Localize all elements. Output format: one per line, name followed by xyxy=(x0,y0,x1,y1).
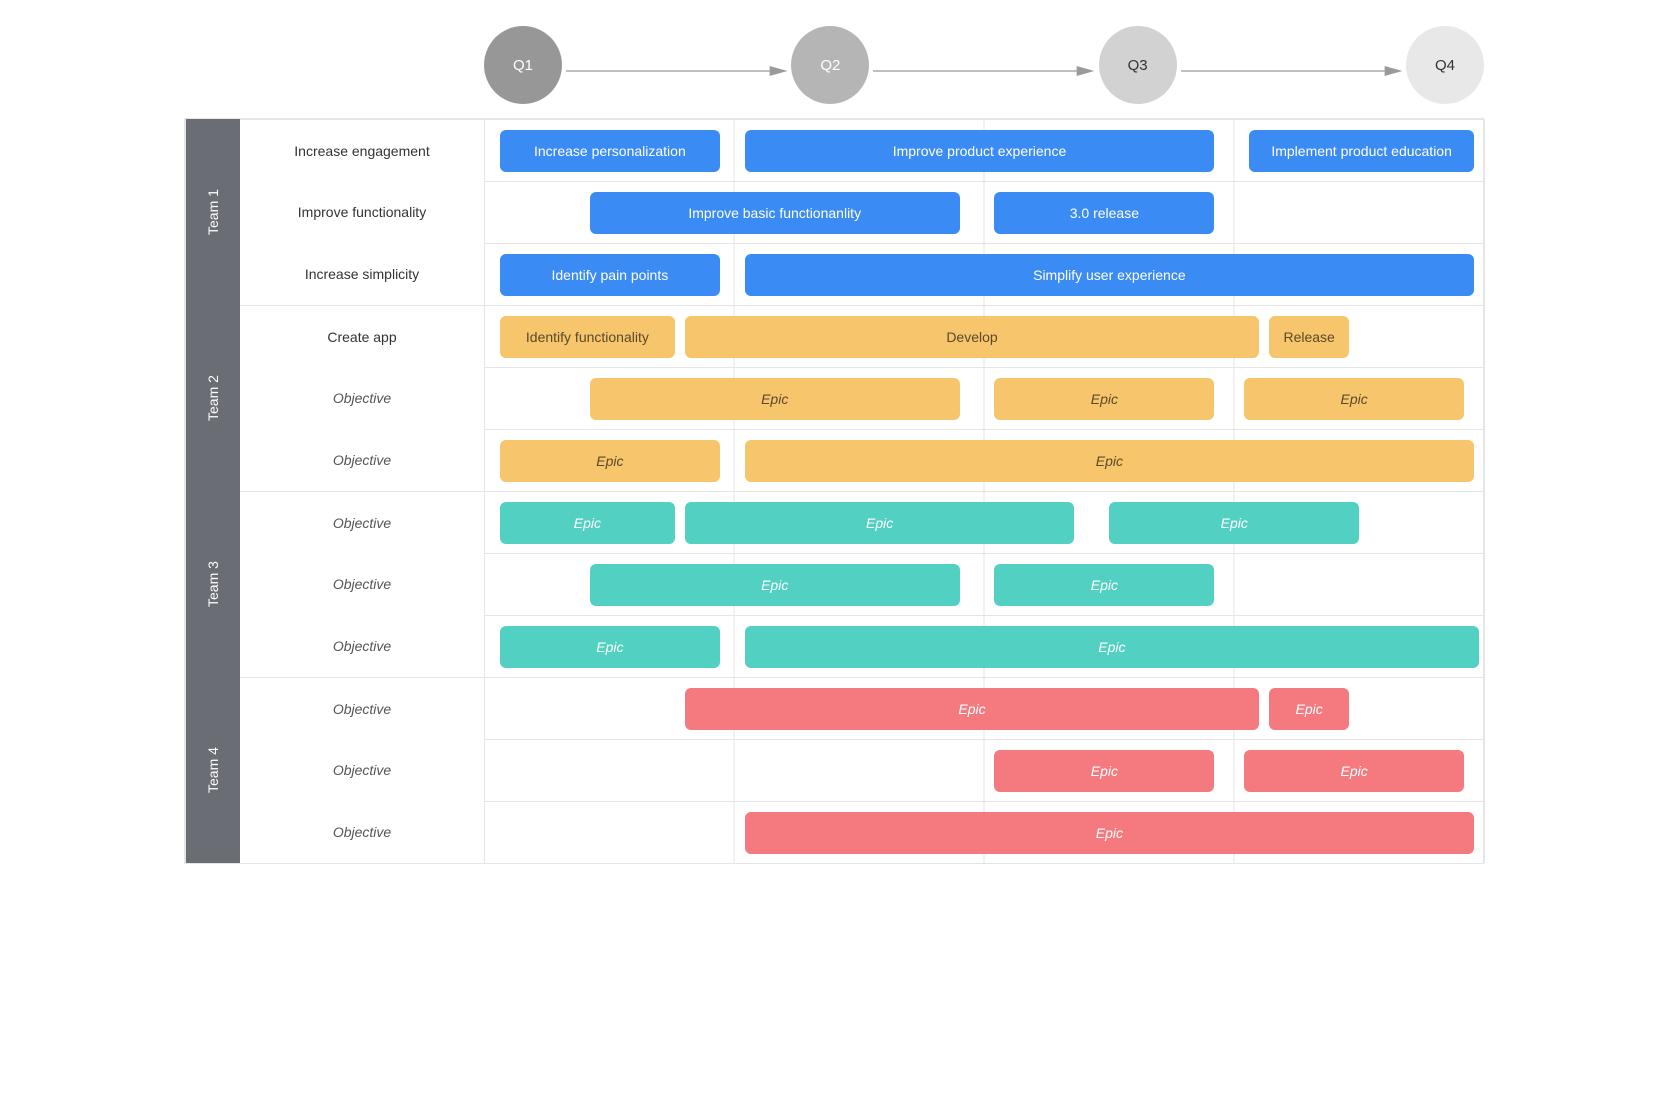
epic-bar[interactable]: Epic xyxy=(590,564,960,606)
objective-cell: Create app xyxy=(240,305,485,367)
epic-bar[interactable]: Epic xyxy=(994,750,1214,792)
team-label: Team 1 xyxy=(185,119,240,305)
arrow-icon xyxy=(1181,64,1402,66)
timeline-row: Improve basic functionanlity 3.0 release xyxy=(485,181,1485,243)
epic-bar[interactable]: Improve product experience xyxy=(745,130,1215,172)
objective-cell: Increase engagement xyxy=(240,119,485,181)
timeline-row: EpicEpic xyxy=(485,677,1485,739)
timeline-row: Epic Epic xyxy=(485,553,1485,615)
arrow-icon xyxy=(873,64,1094,66)
epic-bar[interactable]: Develop xyxy=(685,316,1259,358)
epic-bar[interactable]: Epic xyxy=(745,812,1474,854)
timeline-row: Increase personalization Improve product … xyxy=(485,119,1485,181)
epic-bar[interactable]: Epic xyxy=(994,564,1214,606)
epic-bar[interactable]: Epic xyxy=(500,440,720,482)
epic-bar[interactable]: Epic xyxy=(500,502,675,544)
quarter-q1: Q1 xyxy=(484,26,562,104)
objective-cell: Objective xyxy=(240,677,485,739)
epic-bar[interactable]: Epic xyxy=(685,688,1259,730)
objective-cell: Objective xyxy=(240,801,485,863)
epic-bar[interactable]: Epic xyxy=(994,378,1214,420)
timeline-row: Epic Epic xyxy=(485,429,1485,491)
objective-cell: Objective xyxy=(240,367,485,429)
team-label: Team 4 xyxy=(185,677,240,863)
epic-bar[interactable]: Improve basic functionanlity xyxy=(590,192,960,234)
epic-bar[interactable]: 3.0 release xyxy=(994,192,1214,234)
timeline-row: Identify pain points Simplify user experi… xyxy=(485,243,1485,305)
quarters-header: Q1 Q2 Q3 Q4 xyxy=(484,20,1484,110)
quarter-q2: Q2 xyxy=(791,26,869,104)
epic-bar[interactable]: Epic xyxy=(590,378,960,420)
epic-bar[interactable]: Identify pain points xyxy=(500,254,720,296)
epic-bar[interactable]: Epic xyxy=(1244,750,1464,792)
epic-bar[interactable]: Implement product education xyxy=(1249,130,1474,172)
roadmap: Q1 Q2 Q3 Q4 Team 1Increase engagementInc… xyxy=(184,20,1484,864)
epic-bar[interactable]: Epic xyxy=(745,626,1479,668)
objective-cell: Objective xyxy=(240,553,485,615)
epic-bar[interactable]: Epic xyxy=(745,440,1474,482)
epic-bar[interactable]: Release xyxy=(1269,316,1349,358)
timeline-row: Epic Epic Epic xyxy=(485,367,1485,429)
epic-bar[interactable]: Epic xyxy=(500,626,720,668)
epic-bar[interactable]: Epic xyxy=(1269,688,1349,730)
timeline-row: EpicEpicEpic xyxy=(485,491,1485,553)
epic-bar[interactable]: Simplify user experience xyxy=(745,254,1474,296)
epic-bar[interactable]: Epic xyxy=(1109,502,1359,544)
epic-bar[interactable]: Epic xyxy=(1244,378,1464,420)
objective-cell: Improve functionality xyxy=(240,181,485,243)
team-label: Team 2 xyxy=(185,305,240,491)
quarter-q3: Q3 xyxy=(1099,26,1177,104)
arrow-icon xyxy=(566,64,787,66)
objective-cell: Objective xyxy=(240,491,485,553)
timeline-row: Epic Epic xyxy=(485,739,1485,801)
team-label: Team 3 xyxy=(185,491,240,677)
objective-cell: Objective xyxy=(240,739,485,801)
objective-cell: Objective xyxy=(240,429,485,491)
timeline-row: Epic xyxy=(485,801,1485,863)
timeline-row: Epic Epic xyxy=(485,615,1485,677)
objective-cell: Increase simplicity xyxy=(240,243,485,305)
objective-cell: Objective xyxy=(240,615,485,677)
epic-bar[interactable]: Identify functionality xyxy=(500,316,675,358)
roadmap-grid: Team 1Increase engagementIncrease person… xyxy=(184,118,1484,864)
timeline-row: Identify functionalityDevelopRelease xyxy=(485,305,1485,367)
epic-bar[interactable]: Increase personalization xyxy=(500,130,720,172)
quarter-q4: Q4 xyxy=(1406,26,1484,104)
epic-bar[interactable]: Epic xyxy=(685,502,1075,544)
